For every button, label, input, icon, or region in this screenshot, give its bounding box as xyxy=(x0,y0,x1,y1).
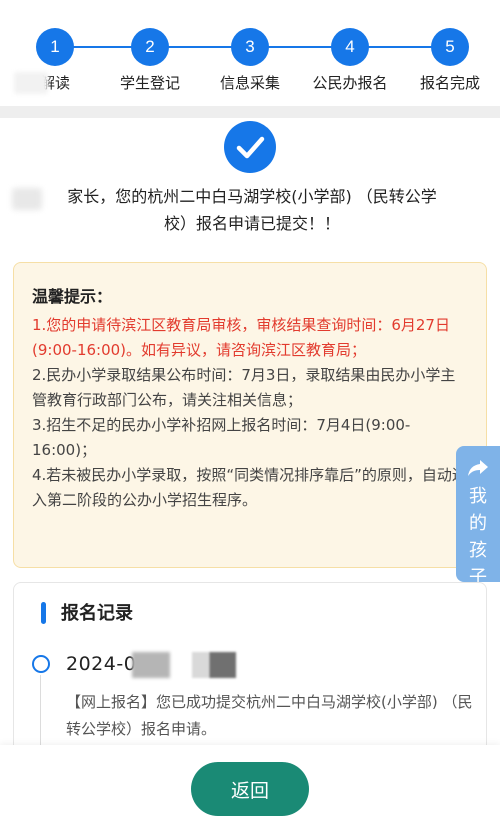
step-number: 4 xyxy=(331,28,369,66)
step-number: 2 xyxy=(131,28,169,66)
step-3: 3 信息采集 xyxy=(200,28,300,93)
step-2: 2 学生登记 xyxy=(100,28,200,93)
timeline-dot-icon xyxy=(32,655,50,673)
float-label-char: 孩 xyxy=(469,540,487,561)
notice-item-3: 3.招生不足的民办小学补招网上报名时间：7月4日(9:00-16:00)； xyxy=(32,416,411,459)
step-number: 1 xyxy=(36,28,74,66)
my-child-float-button[interactable]: 我 的 孩 子 xyxy=(456,446,500,588)
redaction-mask xyxy=(132,652,170,678)
back-button[interactable]: 返回 xyxy=(191,762,309,816)
section-divider xyxy=(0,106,500,118)
success-check-icon xyxy=(224,121,276,173)
notice-item-2: 2.民办小学录取结果公布时间：7月3日，录取结果由民办小学主管教育行政部门公布，… xyxy=(32,366,456,409)
title-accent-bar xyxy=(41,602,46,624)
progress-stepper: 1 解读 2 学生登记 3 信息采集 4 公民办报名 5 报名完成 xyxy=(0,0,500,106)
redaction-mask xyxy=(14,72,48,94)
float-label-char: 的 xyxy=(469,513,487,534)
step-label: 信息采集 xyxy=(219,74,280,92)
submission-message: 家长，您的杭州二中白马湖学校(小学部) （民转公学 校）报名申请已提交！！ xyxy=(22,183,482,237)
step-label: 学生登记 xyxy=(119,74,180,92)
message-line: 校）报名申请已提交！！ xyxy=(163,214,340,233)
record-date: 2024-0 xyxy=(66,653,137,675)
step-number: 5 xyxy=(431,28,469,66)
step-5: 5 报名完成 xyxy=(400,28,500,93)
bottom-bar: 返回 xyxy=(0,745,500,835)
step-label: 报名完成 xyxy=(419,74,480,92)
notice-title: 温馨提示： xyxy=(32,287,113,306)
notice-item-1: 1.您的申请待滨江区教育局审核，审核结果查询时间：6月27日(9:00-16:0… xyxy=(32,316,450,359)
step-label: 公民办报名 xyxy=(312,74,388,92)
records-title: 报名记录 xyxy=(61,603,133,624)
step-4: 4 公民办报名 xyxy=(300,28,400,93)
notice-item-4: 4.若未被民办小学录取，按照“同类情况排序靠后”的原则，自动进入第二阶段的公办小… xyxy=(32,466,467,509)
message-line: 家长，您的杭州二中白马湖学校(小学部) （民转公学 xyxy=(67,187,437,206)
registration-complete-page: 1 解读 2 学生登记 3 信息采集 4 公民办报名 5 报名完成 家长，您的杭… xyxy=(0,0,500,835)
step-number: 3 xyxy=(231,28,269,66)
float-label-char: 我 xyxy=(469,486,487,507)
share-arrow-icon xyxy=(456,458,500,482)
notice-box: 温馨提示： 1.您的申请待滨江区教育局审核，审核结果查询时间：6月27日(9:0… xyxy=(13,262,487,568)
record-description: 【网上报名】您已成功提交杭州二中白马湖学校(小学部) （民转公学校）报名申请。 xyxy=(66,693,473,738)
redaction-mask xyxy=(192,652,236,678)
